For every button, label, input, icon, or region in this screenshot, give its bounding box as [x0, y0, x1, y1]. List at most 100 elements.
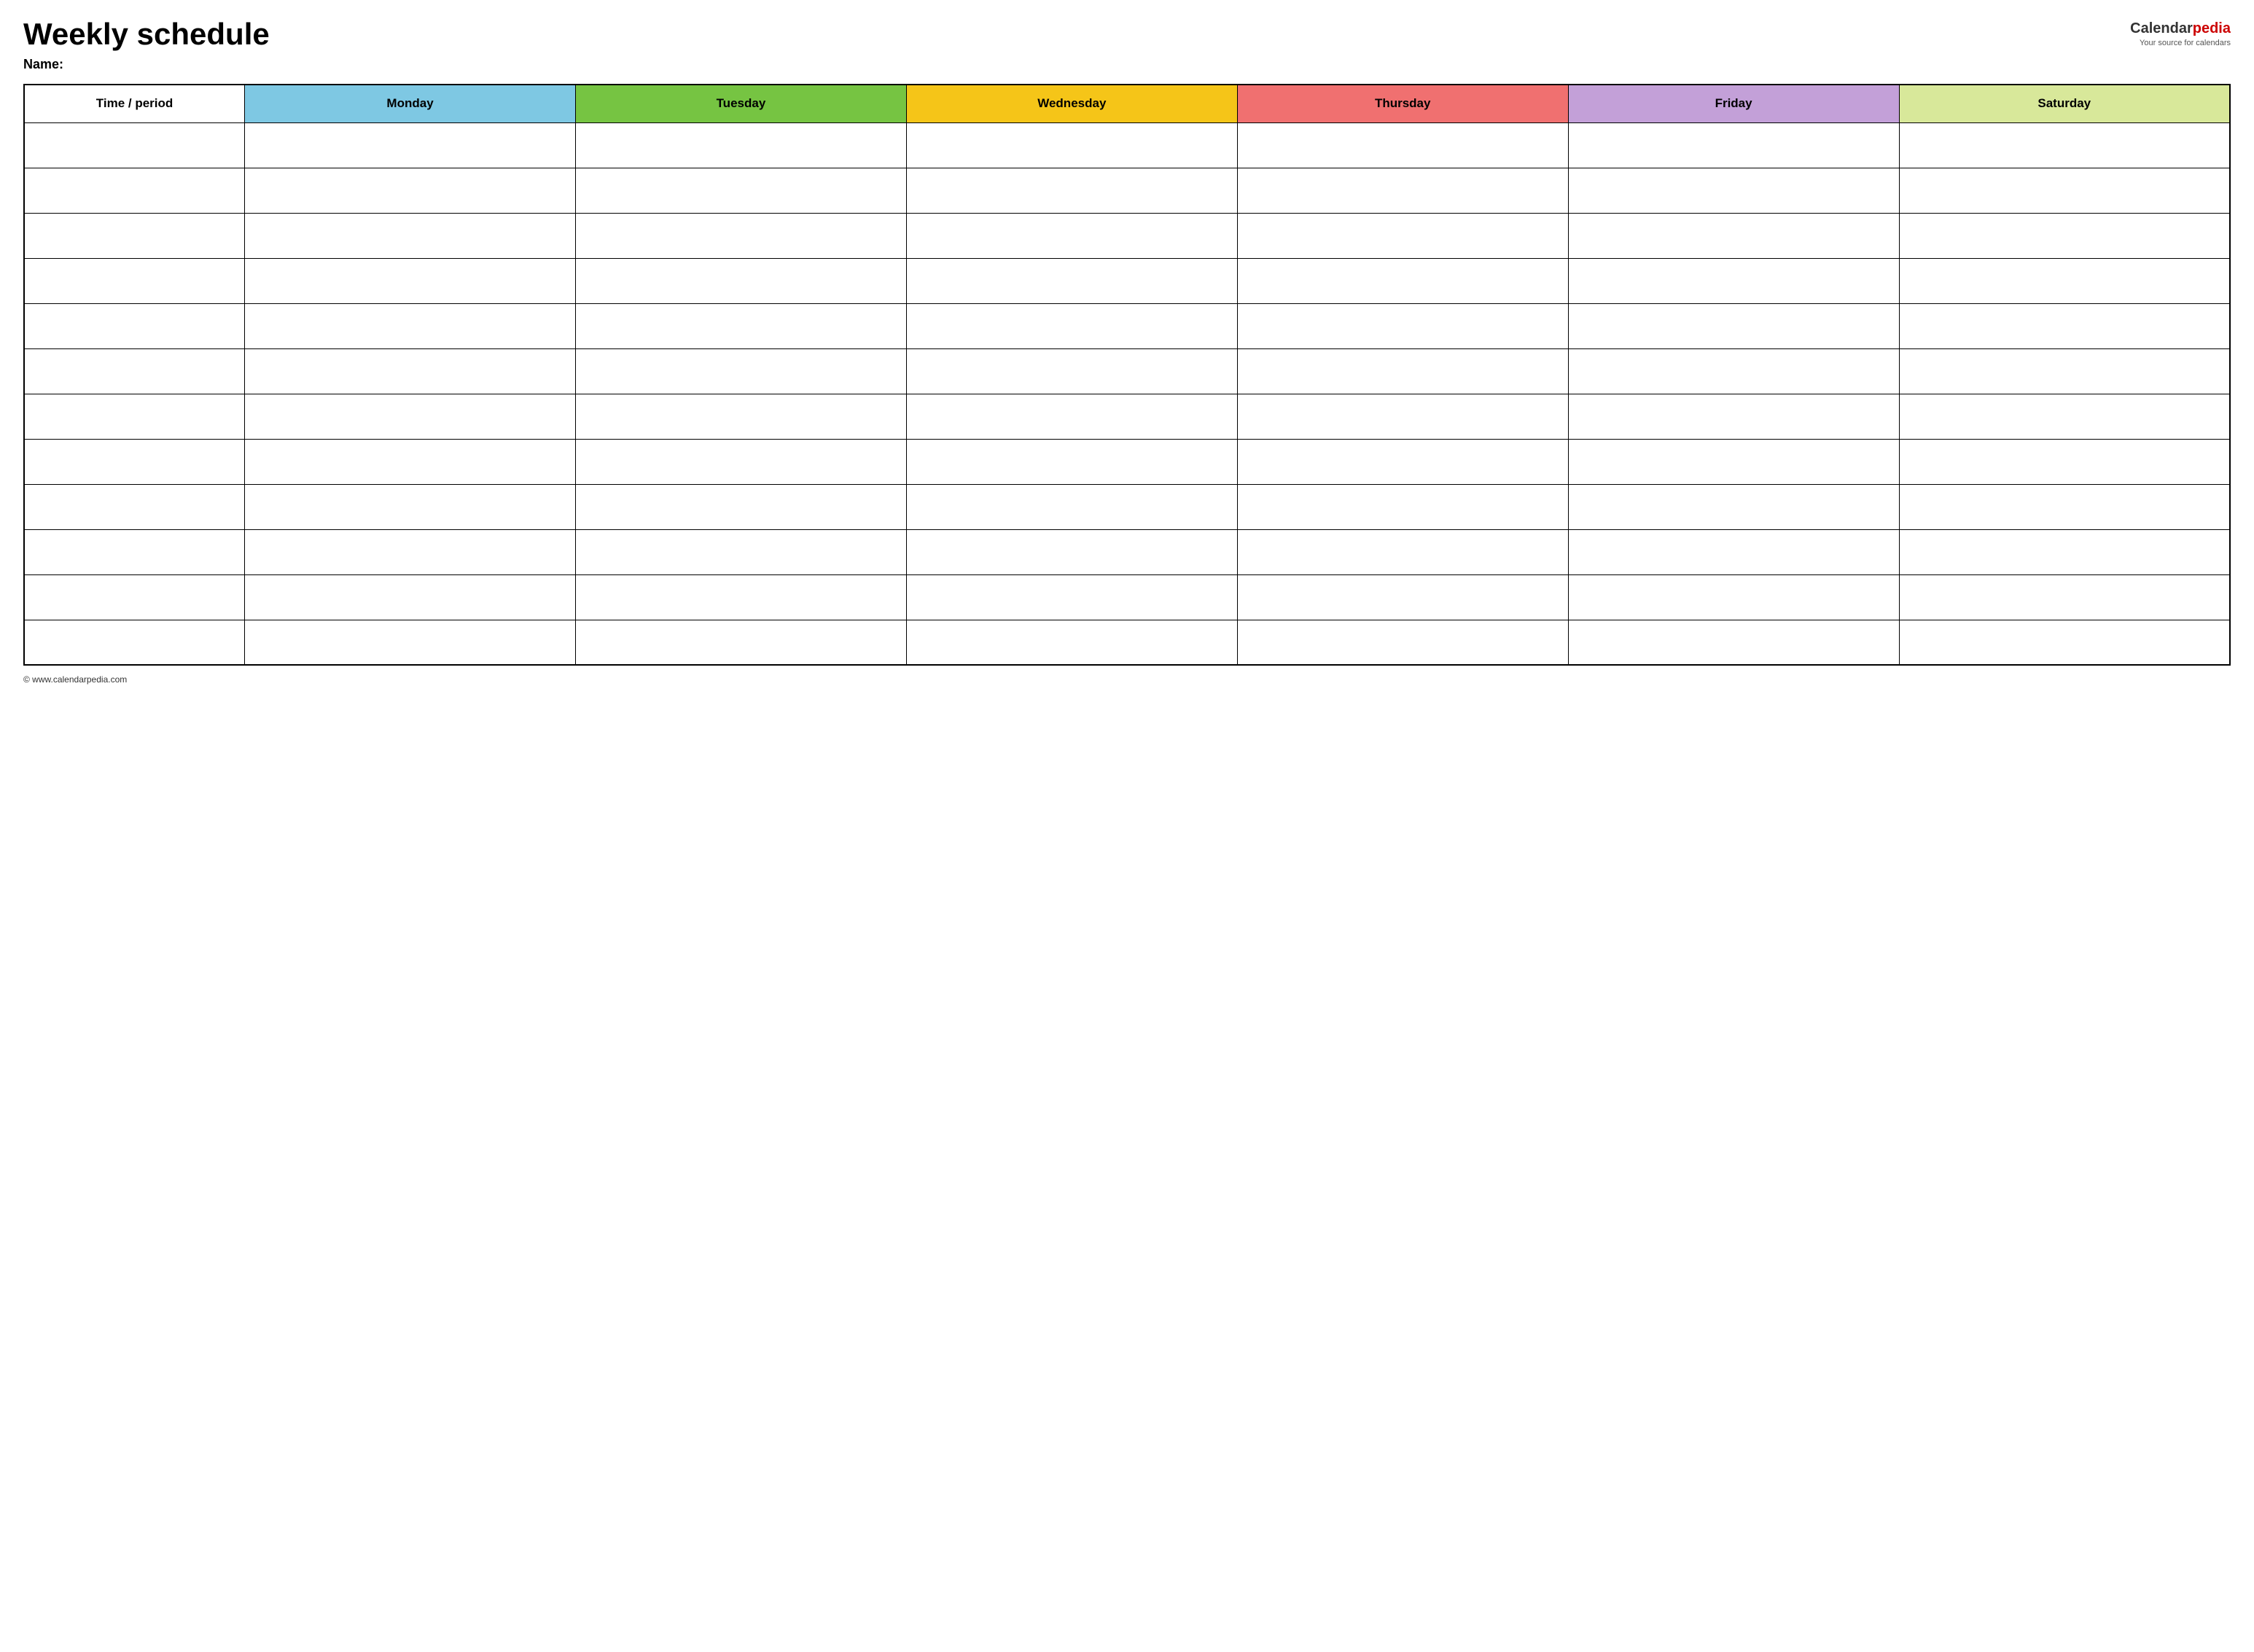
- table-cell[interactable]: [1568, 213, 1899, 258]
- table-cell[interactable]: [1899, 168, 2230, 213]
- table-cell[interactable]: [1568, 484, 1899, 529]
- table-cell[interactable]: [1568, 348, 1899, 394]
- table-cell[interactable]: [245, 620, 576, 665]
- table-cell[interactable]: [906, 620, 1237, 665]
- table-row: [24, 168, 2230, 213]
- table-cell[interactable]: [24, 394, 245, 439]
- table-cell[interactable]: [245, 529, 576, 574]
- table-cell[interactable]: [575, 574, 906, 620]
- col-header-time: Time / period: [24, 85, 245, 122]
- logo-calendar: Calendar: [2130, 20, 2193, 36]
- table-cell[interactable]: [245, 122, 576, 168]
- table-cell[interactable]: [1568, 168, 1899, 213]
- table-cell[interactable]: [1899, 213, 2230, 258]
- table-cell[interactable]: [245, 574, 576, 620]
- table-cell[interactable]: [24, 213, 245, 258]
- name-label: Name:: [23, 57, 270, 72]
- table-cell[interactable]: [1237, 213, 1568, 258]
- table-cell[interactable]: [1568, 620, 1899, 665]
- table-row: [24, 394, 2230, 439]
- table-cell[interactable]: [575, 303, 906, 348]
- table-cell[interactable]: [1237, 303, 1568, 348]
- col-header-saturday: Saturday: [1899, 85, 2230, 122]
- table-cell[interactable]: [245, 303, 576, 348]
- table-cell[interactable]: [575, 484, 906, 529]
- table-cell[interactable]: [906, 574, 1237, 620]
- table-cell[interactable]: [1568, 258, 1899, 303]
- table-cell[interactable]: [575, 439, 906, 484]
- table-cell[interactable]: [1899, 258, 2230, 303]
- table-cell[interactable]: [906, 303, 1237, 348]
- table-cell[interactable]: [906, 168, 1237, 213]
- table-row: [24, 348, 2230, 394]
- table-row: [24, 620, 2230, 665]
- table-cell[interactable]: [1568, 574, 1899, 620]
- table-cell[interactable]: [1237, 484, 1568, 529]
- table-row: [24, 213, 2230, 258]
- table-row: [24, 439, 2230, 484]
- table-cell[interactable]: [1237, 574, 1568, 620]
- table-cell[interactable]: [575, 168, 906, 213]
- table-cell[interactable]: [245, 348, 576, 394]
- table-cell[interactable]: [906, 484, 1237, 529]
- table-cell[interactable]: [575, 213, 906, 258]
- table-cell[interactable]: [1899, 620, 2230, 665]
- schedule-table: Time / period Monday Tuesday Wednesday T…: [23, 84, 2231, 666]
- table-cell[interactable]: [1568, 439, 1899, 484]
- table-cell[interactable]: [1237, 394, 1568, 439]
- table-row: [24, 303, 2230, 348]
- table-cell[interactable]: [1568, 529, 1899, 574]
- table-cell[interactable]: [906, 394, 1237, 439]
- title-area: Weekly schedule Name:: [23, 17, 270, 72]
- table-cell[interactable]: [24, 168, 245, 213]
- table-cell[interactable]: [906, 348, 1237, 394]
- table-cell[interactable]: [1237, 168, 1568, 213]
- table-cell[interactable]: [906, 258, 1237, 303]
- logo-text: Calendarpedia: [2130, 20, 2231, 37]
- table-cell[interactable]: [245, 213, 576, 258]
- table-cell[interactable]: [1568, 122, 1899, 168]
- table-cell[interactable]: [245, 394, 576, 439]
- table-cell[interactable]: [1899, 439, 2230, 484]
- table-cell[interactable]: [906, 439, 1237, 484]
- table-cell[interactable]: [24, 439, 245, 484]
- table-cell[interactable]: [906, 122, 1237, 168]
- table-cell[interactable]: [245, 439, 576, 484]
- table-cell[interactable]: [245, 258, 576, 303]
- table-cell[interactable]: [245, 168, 576, 213]
- table-cell[interactable]: [575, 122, 906, 168]
- table-cell[interactable]: [1899, 574, 2230, 620]
- table-cell[interactable]: [24, 529, 245, 574]
- table-cell[interactable]: [24, 574, 245, 620]
- table-cell[interactable]: [1899, 484, 2230, 529]
- table-cell[interactable]: [575, 258, 906, 303]
- table-cell[interactable]: [906, 213, 1237, 258]
- table-row: [24, 574, 2230, 620]
- table-cell[interactable]: [1899, 122, 2230, 168]
- table-cell[interactable]: [1568, 303, 1899, 348]
- table-cell[interactable]: [24, 348, 245, 394]
- table-cell[interactable]: [906, 529, 1237, 574]
- table-cell[interactable]: [1237, 122, 1568, 168]
- table-cell[interactable]: [575, 348, 906, 394]
- table-cell[interactable]: [24, 484, 245, 529]
- table-cell[interactable]: [24, 122, 245, 168]
- table-cell[interactable]: [1237, 439, 1568, 484]
- table-cell[interactable]: [575, 620, 906, 665]
- table-cell[interactable]: [1237, 348, 1568, 394]
- table-cell[interactable]: [575, 529, 906, 574]
- table-cell[interactable]: [24, 258, 245, 303]
- table-cell[interactable]: [1899, 529, 2230, 574]
- table-cell[interactable]: [1237, 529, 1568, 574]
- table-cell[interactable]: [1237, 258, 1568, 303]
- table-cell[interactable]: [24, 620, 245, 665]
- col-header-monday: Monday: [245, 85, 576, 122]
- table-cell[interactable]: [1899, 303, 2230, 348]
- table-cell[interactable]: [245, 484, 576, 529]
- table-cell[interactable]: [1568, 394, 1899, 439]
- table-cell[interactable]: [24, 303, 245, 348]
- table-cell[interactable]: [1899, 394, 2230, 439]
- table-cell[interactable]: [575, 394, 906, 439]
- table-cell[interactable]: [1899, 348, 2230, 394]
- table-cell[interactable]: [1237, 620, 1568, 665]
